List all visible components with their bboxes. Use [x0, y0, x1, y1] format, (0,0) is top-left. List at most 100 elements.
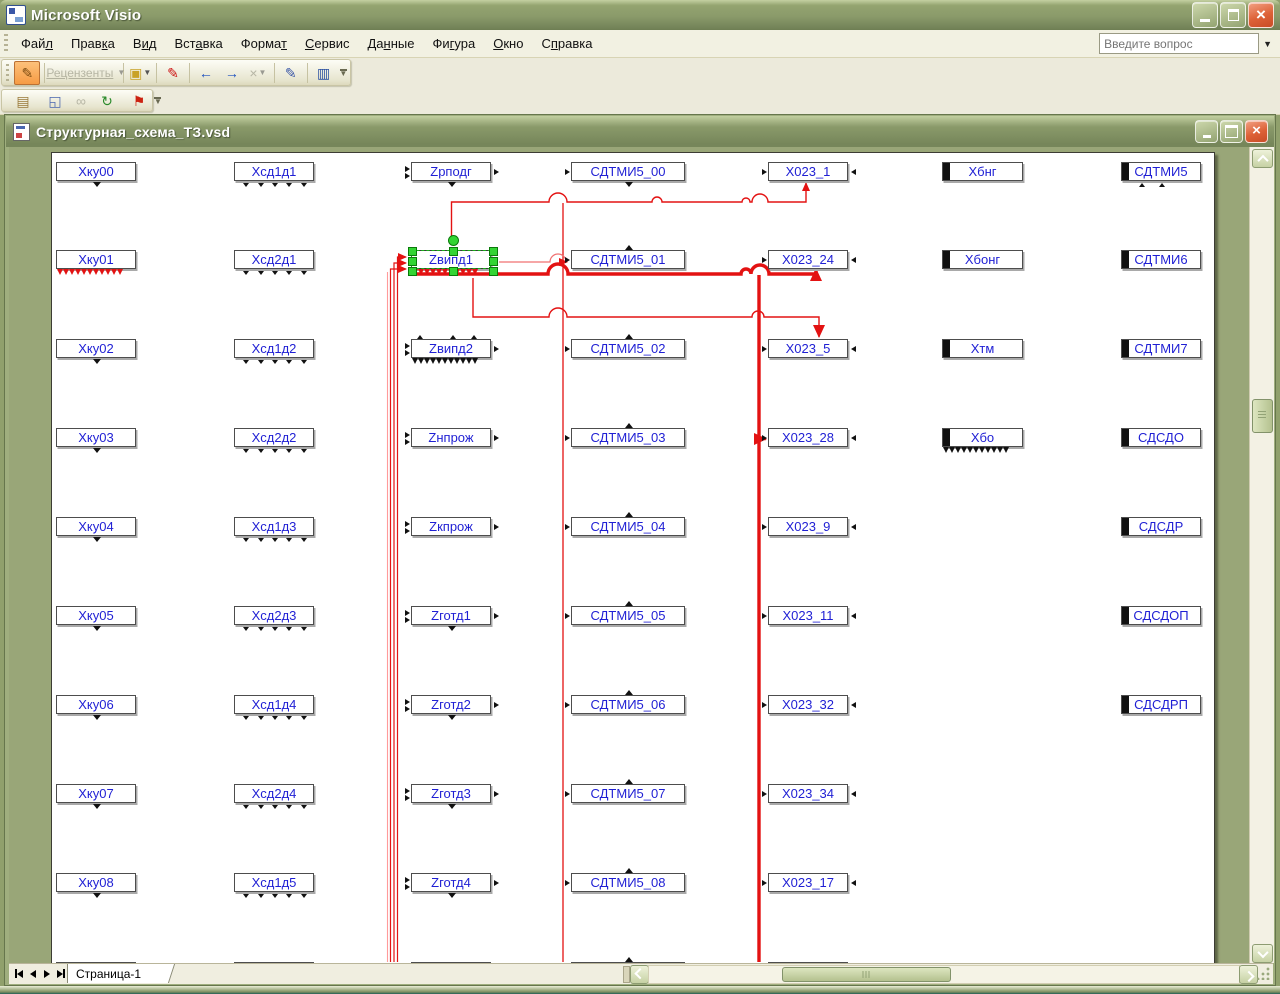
shape-Zготд2[interactable]: Zготд2	[405, 695, 499, 720]
shape-Х023_9[interactable]: Х023_9	[762, 517, 856, 536]
vertical-scrollbar-thumb[interactable]	[1252, 399, 1273, 433]
selection-handle[interactable]	[408, 247, 417, 256]
menu-item[interactable]: Данные	[359, 32, 424, 55]
restore-button[interactable]	[1220, 2, 1246, 28]
minimize-button[interactable]	[1192, 2, 1218, 28]
shape-Хтм[interactable]: Хтм	[942, 339, 1023, 358]
rotation-handle[interactable]	[447, 235, 459, 246]
shape-СДТМИ5_07[interactable]: СДТМИ5_07	[565, 779, 685, 803]
shape-Хку03[interactable]: Хку03	[56, 428, 136, 453]
menu-item[interactable]: Вид	[124, 32, 166, 55]
shape-СДТМИ7[interactable]: СДТМИ7	[1121, 339, 1201, 358]
shape-Х023_28[interactable]: Х023_28	[762, 428, 856, 447]
scroll-right-button[interactable]	[1239, 965, 1258, 984]
menu-item[interactable]: Сервис	[296, 32, 359, 55]
menu-item[interactable]: Окно	[484, 32, 532, 55]
shape-Zрподг[interactable]: Zрподг	[405, 162, 499, 187]
doc-minimize-button[interactable]	[1195, 120, 1218, 143]
ask-a-question-input[interactable]	[1099, 33, 1260, 54]
shape-Хку07[interactable]: Хку07	[56, 784, 136, 809]
shape-Хку01[interactable]: Хку01	[56, 250, 136, 275]
shape-Хсд1д5[interactable]: Хсд1д5	[234, 873, 314, 898]
shape-Хсд2д1[interactable]: Хсд2д1	[234, 250, 314, 275]
shape-Хбонг[interactable]: Хбонг	[942, 250, 1023, 269]
toolbar-grip[interactable]	[6, 63, 10, 82]
shape-Х023_32[interactable]: Х023_32	[762, 695, 856, 714]
refresh-data-button[interactable]: ↻	[95, 90, 119, 112]
shape-Х023_5[interactable]: Х023_5	[762, 339, 856, 358]
shape-Хбнг[interactable]: Хбнг	[942, 162, 1023, 181]
shape-Х023_34[interactable]: Х023_34	[762, 784, 856, 803]
shape-Хсд1д4[interactable]: Хсд1д4	[234, 695, 314, 720]
menu-item[interactable]: Формат	[232, 32, 296, 55]
shape-Zвипд1[interactable]: Zвипд1	[408, 235, 498, 276]
selection-handle[interactable]	[448, 267, 458, 276]
menu-item[interactable]: Справка	[532, 32, 601, 55]
chevron-down-icon[interactable]: ▼	[1259, 39, 1276, 49]
shape-Хсд1д2[interactable]: Хсд1д2	[234, 339, 314, 364]
shape-СДТМИ5_05[interactable]: СДТМИ5_05	[565, 601, 685, 625]
selection-handle[interactable]	[489, 257, 498, 266]
doc-maximize-button[interactable]	[1220, 120, 1243, 143]
first-page-button[interactable]	[12, 966, 25, 981]
scroll-left-button[interactable]	[630, 965, 649, 984]
reviewers-dropdown[interactable]: Рецензенты ▼	[46, 62, 125, 84]
shape-СДТМИ5_04[interactable]: СДТМИ5_04	[565, 512, 685, 536]
last-page-button[interactable]	[54, 966, 67, 981]
previous-page-button[interactable]	[26, 966, 39, 981]
scroll-up-button[interactable]	[1252, 149, 1273, 168]
next-markup-button[interactable]: →	[220, 62, 244, 84]
vertical-scrollbar[interactable]	[1249, 147, 1274, 963]
shape-СДСДРП[interactable]: СДСДРП	[1121, 695, 1201, 714]
close-button[interactable]: ×	[1248, 2, 1274, 28]
menu-item[interactable]: Вставка	[165, 32, 231, 55]
selection-handle[interactable]	[408, 267, 417, 276]
shape-СДТМИ5_06[interactable]: СДТМИ5_06	[565, 690, 685, 714]
shape-Хку00[interactable]: Хку00	[56, 162, 136, 187]
ink-annotation-button[interactable]: ✎	[14, 60, 41, 85]
shape-Хку08[interactable]: Хку08	[56, 873, 136, 898]
page-tab[interactable]: Страница-1	[67, 964, 164, 983]
menu-item[interactable]: Фигура	[424, 32, 485, 55]
shape-Хсд1д1[interactable]: Хсд1д1	[234, 162, 314, 187]
shape-СДСДОП[interactable]: СДСДОП	[1121, 606, 1201, 625]
toolbar-grip[interactable]	[4, 34, 8, 53]
export-flag-button[interactable]: ⚑	[127, 90, 151, 112]
horizontal-scrollbar-thumb[interactable]	[782, 967, 951, 982]
shape-Zготд1[interactable]: Zготд1	[405, 606, 499, 631]
insert-comment-button[interactable]: ▣ ▼	[128, 62, 152, 84]
shape-Хсд1д3[interactable]: Хсд1д3	[234, 517, 314, 542]
shape-Хсд2д3[interactable]: Хсд2д3	[234, 606, 314, 631]
shape-СДТМИ5_02[interactable]: СДТМИ5_02	[565, 334, 685, 358]
shape-СДТМИ5_03[interactable]: СДТМИ5_03	[565, 423, 685, 447]
selection-handle[interactable]	[408, 257, 417, 266]
edit-comment-button[interactable]: ✎	[279, 62, 303, 84]
copy-drawing-button[interactable]: ◱	[43, 90, 67, 112]
shape-Хку02[interactable]: Хку02	[56, 339, 136, 364]
horizontal-scrollbar[interactable]	[648, 965, 1240, 984]
link-button[interactable]: ∞	[69, 90, 93, 112]
shape-СДТМИ6[interactable]: СДТМИ6	[1121, 250, 1201, 269]
shape-Zнпрож[interactable]: Zнпрож	[405, 428, 499, 447]
shape-properties-button[interactable]: ▤	[11, 90, 35, 112]
previous-markup-button[interactable]: ←	[194, 62, 218, 84]
shape-Zкпрож[interactable]: Zкпрож	[405, 517, 499, 536]
shape-СДТМИ5_00[interactable]: СДТМИ5_00	[565, 162, 685, 187]
shape-Х023_17[interactable]: Х023_17	[762, 873, 856, 892]
shape-Хбо[interactable]: Хбо	[942, 428, 1023, 453]
reject-ink-button[interactable]: ✎	[161, 62, 185, 84]
shape-Хсд2д2[interactable]: Хсд2д2	[234, 428, 314, 453]
shape-Х023_11[interactable]: Х023_11	[762, 606, 856, 625]
reviewing-pane-button[interactable]: ▥	[312, 62, 336, 84]
shape-Хку06[interactable]: Хку06	[56, 695, 136, 720]
shape-Zготд3[interactable]: Zготд3	[405, 784, 499, 809]
shape-СДТМИ5_01[interactable]: СДТМИ5_01	[565, 245, 685, 269]
shape-Х023_1[interactable]: Х023_1	[762, 162, 856, 181]
shape-Хсд2д4[interactable]: Хсд2д4	[234, 784, 314, 809]
resize-grip[interactable]	[1257, 967, 1270, 980]
selection-handle[interactable]	[489, 267, 498, 276]
toolbar-overflow-button[interactable]: ▼	[339, 69, 348, 78]
toolbar-overflow-button[interactable]: ▼	[154, 97, 162, 106]
menu-item[interactable]: Файл	[12, 32, 62, 55]
selection-handle[interactable]	[489, 247, 498, 256]
